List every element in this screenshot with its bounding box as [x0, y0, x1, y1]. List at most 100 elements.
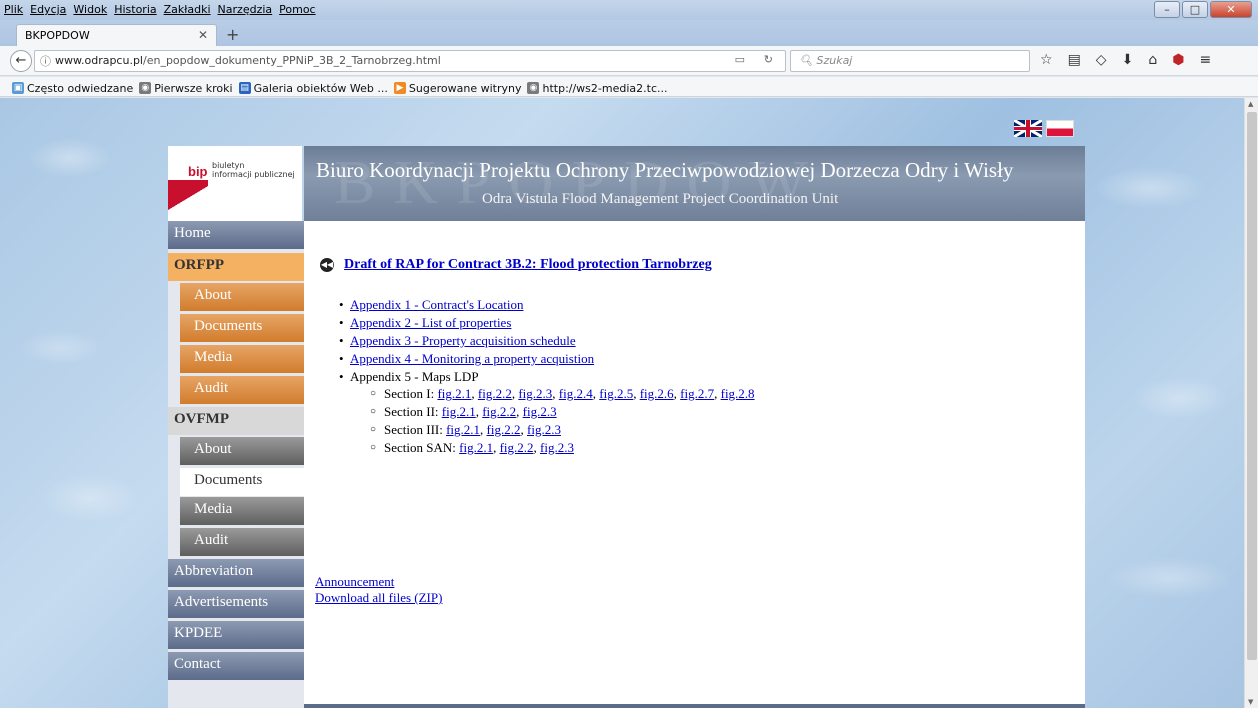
page-viewport: bip biuletyn informacji publicznej BKPOP… — [0, 98, 1244, 708]
nav-ovfmp-audit[interactable]: Audit — [180, 528, 304, 556]
nav-abbreviation[interactable]: Abbreviation — [168, 559, 304, 587]
polish-flag-icon[interactable] — [1046, 120, 1074, 137]
figure-link[interactable]: fig.2.1 — [446, 422, 480, 437]
nav-ovfmp-documents[interactable]: Documents — [180, 468, 304, 496]
figure-link[interactable]: fig.2.1 — [459, 440, 493, 455]
list-item: Appendix 2 - List of properties — [338, 314, 755, 332]
nav-orfpp-media[interactable]: Media — [180, 345, 304, 373]
figure-link[interactable]: fig.2.2 — [482, 404, 516, 419]
figure-link[interactable]: fig.2.3 — [527, 422, 561, 437]
nav-kpdee[interactable]: KPDEE — [168, 621, 304, 649]
maximize-icon[interactable]: □ — [1182, 1, 1208, 18]
section-label: Section II: — [384, 404, 439, 419]
scroll-down-icon[interactable]: ▼ — [1248, 698, 1253, 706]
bip-flag-shape — [168, 186, 208, 210]
bookmark-icon: ▤ — [238, 82, 251, 94]
menu-item[interactable]: Historia — [114, 3, 156, 16]
reading-list-icon[interactable]: ▤ — [1068, 52, 1081, 68]
bookmark-icon: ◉ — [527, 82, 540, 94]
list-item: Appendix 5 - Maps LDP Section I: fig.2.1… — [338, 368, 755, 457]
hamburger-menu-icon[interactable]: ≡ — [1199, 52, 1211, 68]
list-item: Section I: fig.2.1, fig.2.2, fig.2.3, fi… — [370, 385, 755, 403]
figure-link[interactable]: fig.2.3 — [523, 404, 557, 419]
figure-link[interactable]: fig.2.7 — [680, 386, 714, 401]
english-flag-icon[interactable] — [1014, 120, 1042, 137]
appendix-2-link[interactable]: Appendix 2 - List of properties — [350, 315, 511, 330]
menu-item[interactable]: Pomoc — [279, 3, 315, 16]
announcement-link[interactable]: Announcement — [315, 574, 394, 589]
menu-item[interactable]: Widok — [73, 3, 107, 16]
pocket-icon[interactable]: ◇ — [1096, 52, 1107, 68]
tab-bar: BKPOPDOW ✕ + — [0, 20, 1258, 46]
figure-link[interactable]: fig.2.5 — [599, 386, 633, 401]
navigation-bar: ← ⓘ www.odrapcu.pl/en_popdow_dokumenty_P… — [0, 46, 1258, 76]
toolbar-icons: ☆ ▤ ◇ ⬇ ⌂ ⬢ ≡ — [1040, 52, 1211, 68]
menu-item[interactable]: Zakładki — [164, 3, 211, 16]
ublock-icon[interactable]: ⬢ — [1172, 52, 1184, 68]
figure-link[interactable]: fig.2.1 — [442, 404, 476, 419]
url-bar[interactable]: ⓘ www.odrapcu.pl/en_popdow_dokumenty_PPN… — [34, 50, 786, 72]
nav-advertisements[interactable]: Advertisements — [168, 590, 304, 618]
bookmark-label: Sugerowane witryny — [408, 81, 522, 95]
site-subtitle: Odra Vistula Flood Management Project Co… — [482, 191, 839, 207]
browser-tab[interactable]: BKPOPDOW ✕ — [16, 24, 217, 46]
figure-link[interactable]: fig.2.6 — [640, 386, 674, 401]
menu-item[interactable]: Plik — [4, 3, 23, 16]
appendix-list: Appendix 1 - Contract's Location Appendi… — [338, 296, 755, 457]
figure-link[interactable]: fig.2.2 — [487, 422, 521, 437]
bookmark-item[interactable]: ▣ Często odwiedzane — [12, 80, 133, 96]
menu-item[interactable]: Edycja — [30, 3, 66, 16]
nav-ovfmp-about[interactable]: About — [180, 437, 304, 465]
bookmark-item[interactable]: ▤ Galeria obiektów Web ... — [238, 80, 388, 96]
close-window-icon[interactable]: ✕ — [1210, 1, 1252, 18]
document-title-link[interactable]: Draft of RAP for Contract 3B.2: Flood pr… — [344, 257, 712, 273]
window-controls: – □ ✕ — [1154, 1, 1252, 18]
bookmark-item[interactable]: ◉ Pierwsze kroki — [139, 80, 233, 96]
back-arrow-icon[interactable]: ← — [10, 50, 32, 72]
figure-link[interactable]: fig.2.2 — [478, 386, 512, 401]
nav-home[interactable]: Home — [168, 221, 304, 249]
figure-link[interactable]: fig.2.8 — [721, 386, 755, 401]
banner: BKPOPDOW Biuro Koordynacji Projektu Ochr… — [304, 146, 1085, 221]
search-input[interactable]: 🔍︎ Szukaj — [790, 50, 1030, 72]
section-label: Section SAN: — [384, 440, 456, 455]
bookmark-item[interactable]: ▶ Sugerowane witryny — [393, 80, 522, 96]
appendix-3-link[interactable]: Appendix 3 - Property acquisition schedu… — [350, 333, 576, 348]
bookmarks-bar: ▣ Często odwiedzane ◉ Pierwsze kroki ▤ Galeri… — [0, 77, 1258, 97]
figure-link[interactable]: fig.2.3 — [518, 386, 552, 401]
new-tab-icon[interactable]: + — [226, 25, 239, 44]
star-icon[interactable]: ☆ — [1040, 52, 1053, 68]
download-zip-link[interactable]: Download all files (ZIP) — [315, 590, 442, 605]
nav-orfpp-documents[interactable]: Documents — [180, 314, 304, 342]
figure-link[interactable]: fig.2.3 — [540, 440, 574, 455]
home-icon[interactable]: ⌂ — [1148, 52, 1157, 68]
nav-orfpp[interactable]: ORFPP — [168, 253, 304, 281]
reader-view-icon[interactable]: ▭ — [735, 53, 745, 66]
figure-link[interactable]: fig.2.2 — [500, 440, 534, 455]
scroll-up-icon[interactable]: ▲ — [1248, 100, 1253, 108]
bookmark-item[interactable]: ◉ http://ws2-media2.tc... — [527, 80, 668, 96]
back-circle-icon[interactable]: ◀◀ — [320, 258, 334, 272]
section-label: Section I: — [384, 386, 435, 401]
nav-orfpp-audit[interactable]: Audit — [180, 376, 304, 404]
appendix-4-link[interactable]: Appendix 4 - Monitoring a property acqui… — [350, 351, 594, 366]
vertical-scrollbar[interactable]: ▲ ▼ — [1244, 98, 1258, 708]
menu-item[interactable]: Narzędzia — [218, 3, 273, 16]
nav-contact[interactable]: Contact — [168, 652, 304, 680]
bip-logo[interactable]: bip biuletyn informacji publicznej — [168, 146, 302, 221]
figure-link[interactable]: fig.2.4 — [559, 386, 593, 401]
nav-ovfmp-media[interactable]: Media — [180, 497, 304, 525]
appendix-1-link[interactable]: Appendix 1 - Contract's Location — [350, 297, 523, 312]
download-icon[interactable]: ⬇ — [1122, 52, 1134, 68]
minimize-icon[interactable]: – — [1154, 1, 1180, 18]
search-icon: 🔍︎ — [799, 54, 813, 67]
figure-link[interactable]: fig.2.1 — [437, 386, 471, 401]
nav-orfpp-about[interactable]: About — [180, 283, 304, 311]
bookmark-label: http://ws2-media2.tc... — [542, 81, 668, 95]
scrollbar-thumb[interactable] — [1247, 112, 1257, 660]
nav-ovfmp[interactable]: OVFMP — [168, 407, 304, 435]
close-tab-icon[interactable]: ✕ — [198, 28, 208, 42]
site-info-icon[interactable]: ⓘ — [40, 53, 51, 69]
list-item: Appendix 1 - Contract's Location — [338, 296, 755, 314]
reload-icon[interactable]: ↻ — [764, 53, 773, 66]
